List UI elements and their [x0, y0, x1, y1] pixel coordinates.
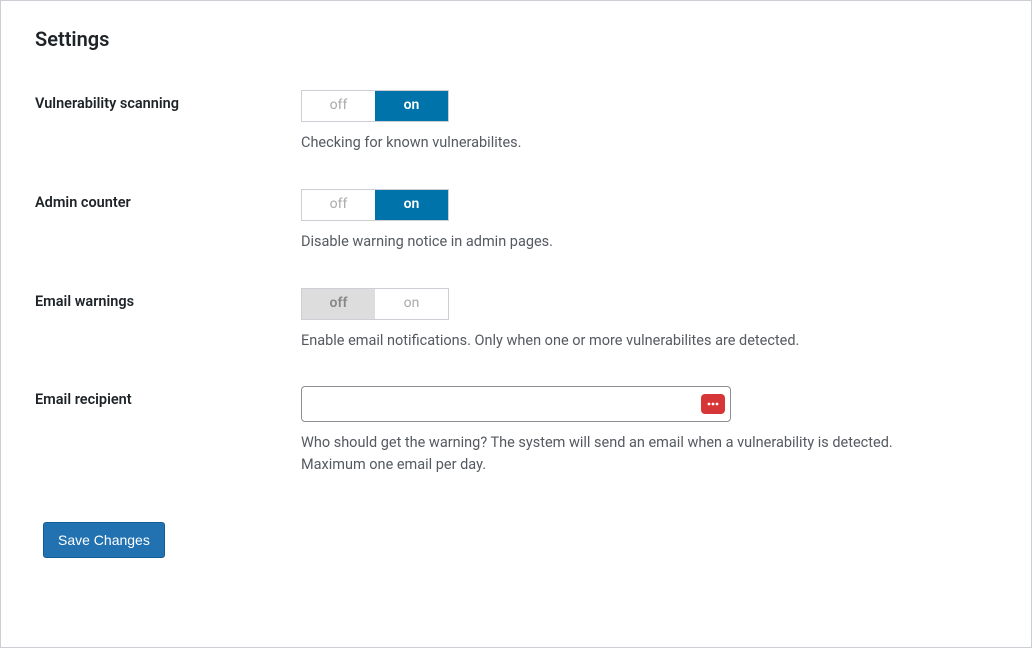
settings-panel: Settings Vulnerability scanning off on C… [0, 0, 1032, 648]
toggle-admin-counter[interactable]: off on [301, 189, 449, 221]
field-desc-email-recipient: Who should get the warning? The system w… [301, 432, 951, 476]
field-label-vuln-scan: Vulnerability scanning [31, 75, 291, 174]
field-label-email-recipient: Email recipient [31, 371, 291, 496]
field-desc-email-warnings: Enable email notifications. Only when on… [301, 330, 951, 352]
settings-form-table: Vulnerability scanning off on Checking f… [31, 75, 1001, 496]
page-title: Settings [31, 1, 1001, 59]
password-manager-icon[interactable] [701, 394, 725, 414]
toggle-option-on[interactable]: on [375, 91, 448, 121]
field-desc-admin-counter: Disable warning notice in admin pages. [301, 231, 951, 253]
field-label-admin-counter: Admin counter [31, 174, 291, 273]
save-changes-button[interactable]: Save Changes [43, 522, 165, 558]
toggle-vuln-scan[interactable]: off on [301, 90, 449, 122]
toggle-option-off[interactable]: off [302, 91, 375, 121]
toggle-option-on[interactable]: on [375, 289, 448, 319]
toggle-option-off[interactable]: off [302, 289, 375, 319]
toggle-option-on[interactable]: on [375, 190, 448, 220]
toggle-option-off[interactable]: off [302, 190, 375, 220]
field-label-email-warnings: Email warnings [31, 273, 291, 372]
toggle-email-warnings[interactable]: off on [301, 288, 449, 320]
field-desc-vuln-scan: Checking for known vulnerabilites. [301, 132, 951, 154]
email-recipient-input[interactable] [301, 386, 731, 422]
